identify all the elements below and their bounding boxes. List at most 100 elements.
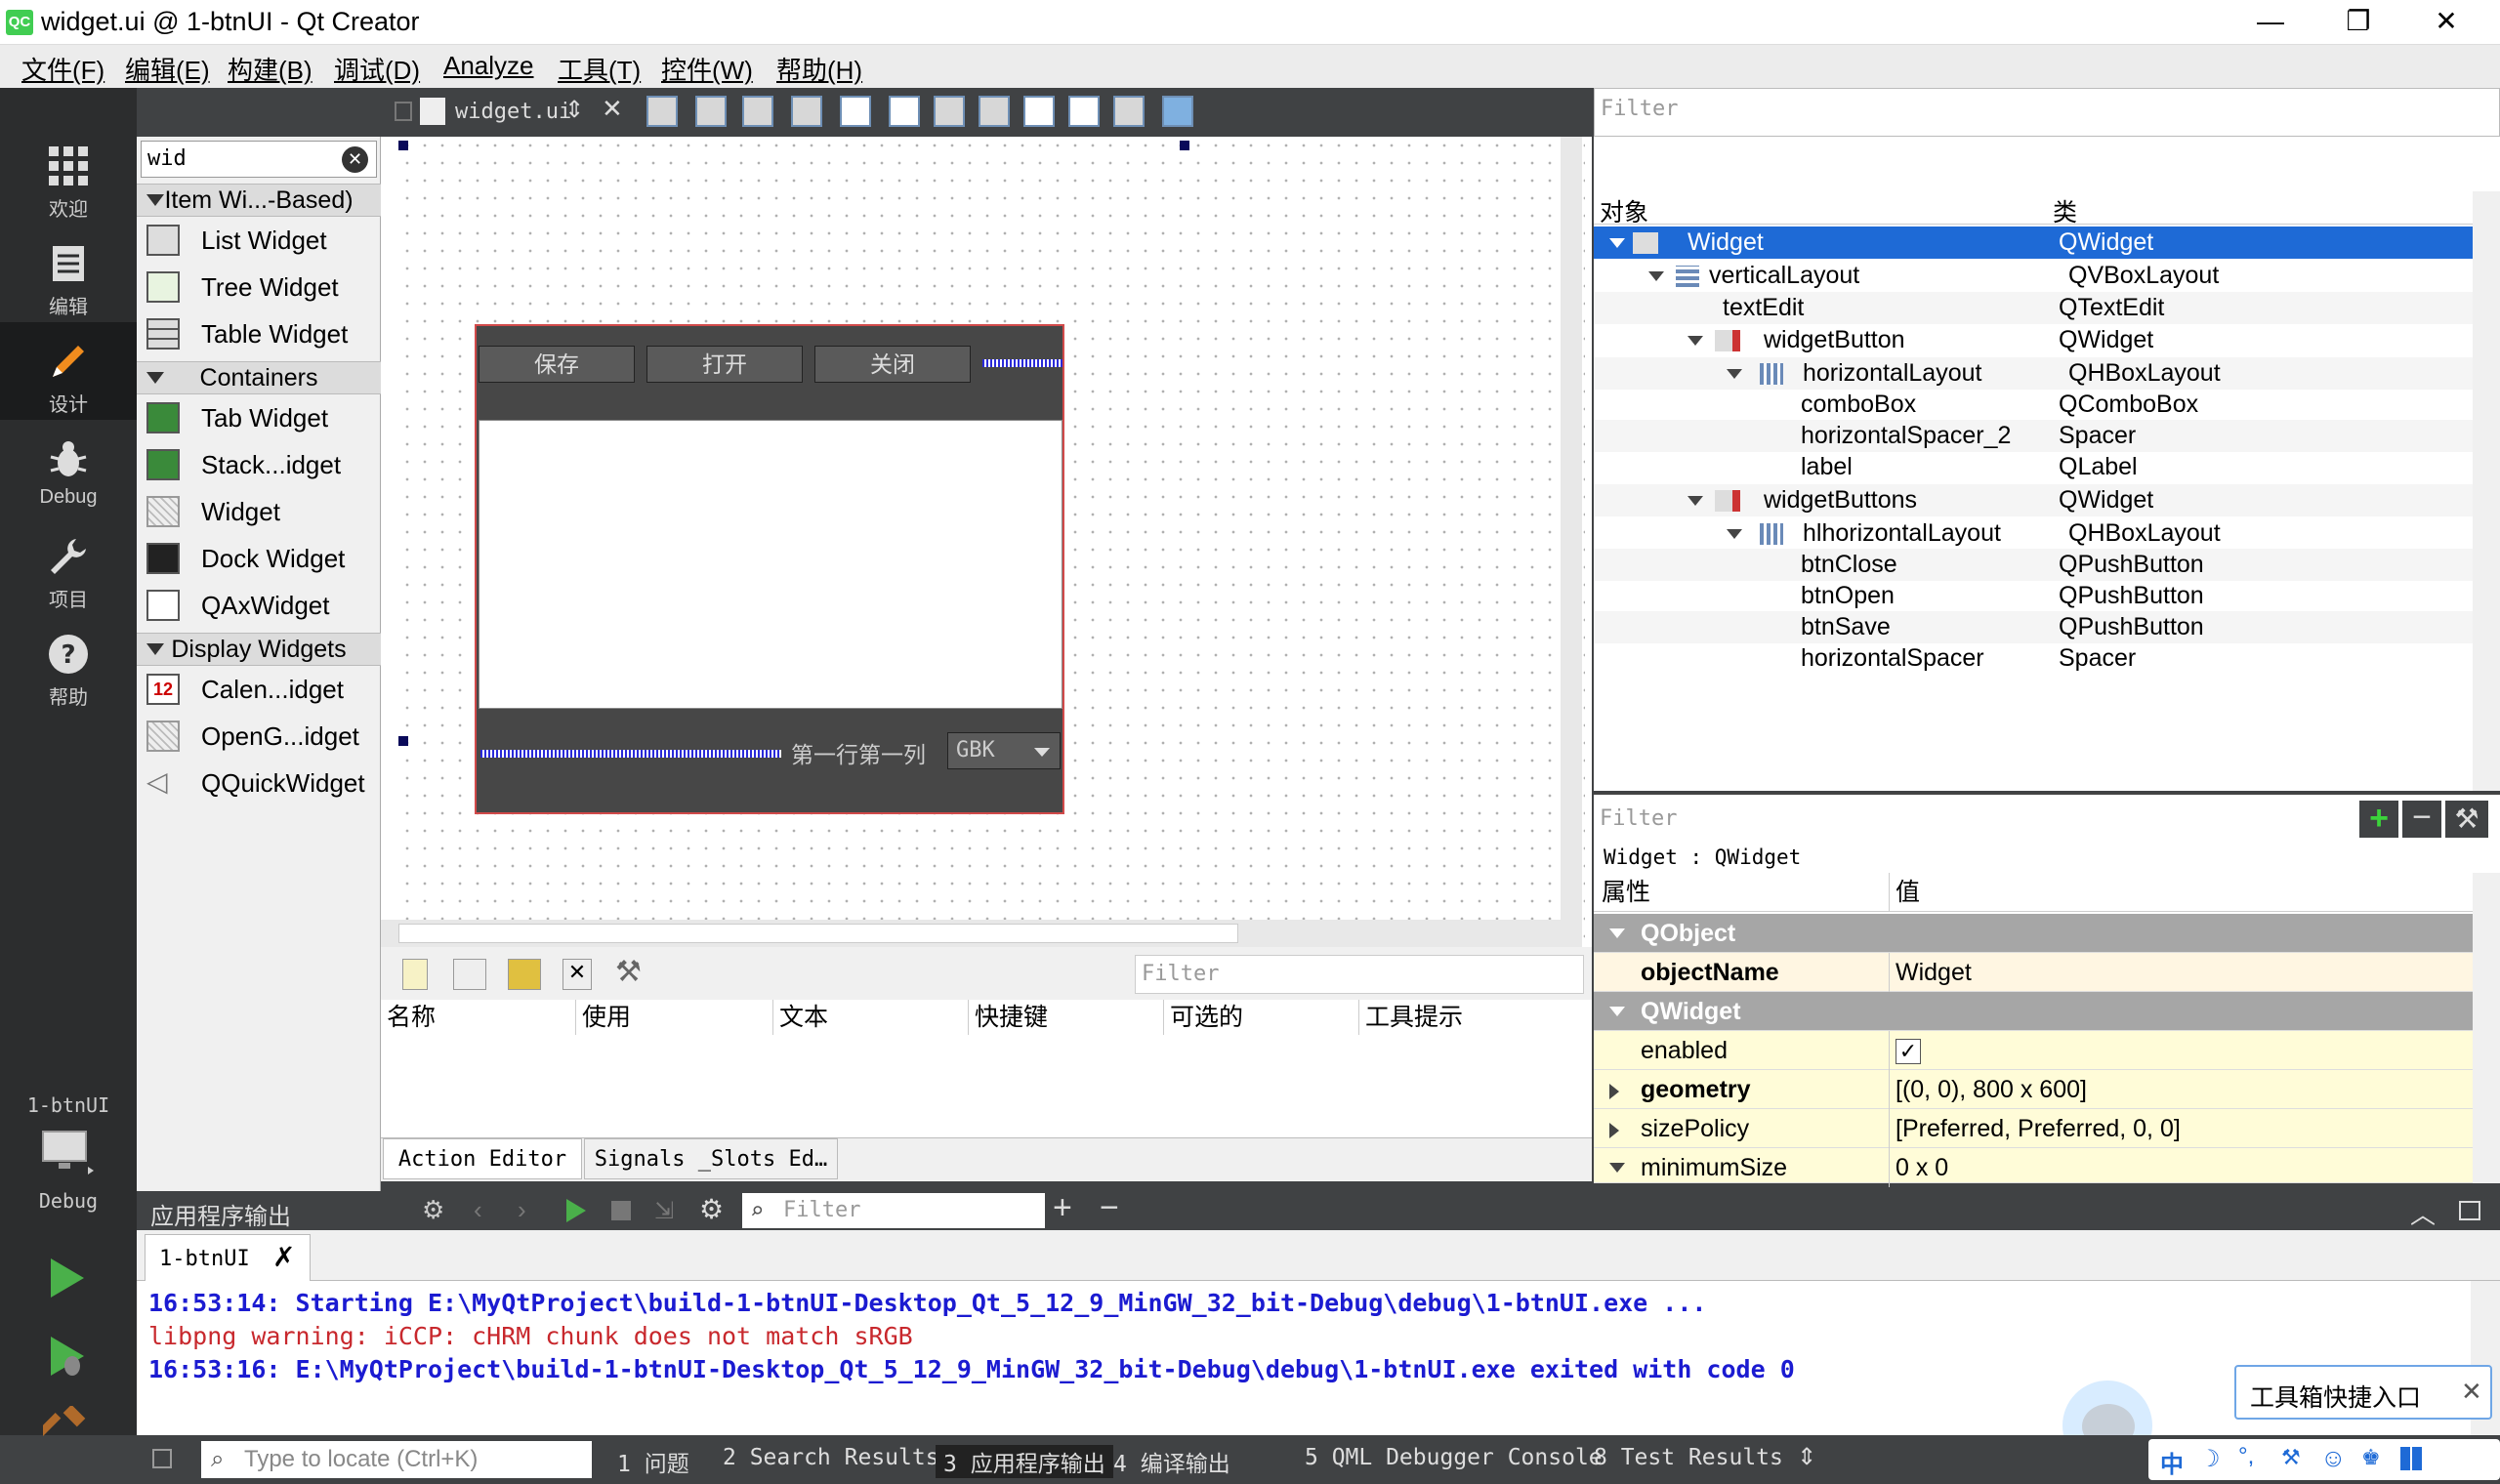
configure-icon[interactable]: ⚒ xyxy=(615,955,642,989)
ime-grid-icon[interactable] xyxy=(2400,1447,2424,1470)
property-scrollbar[interactable] xyxy=(2473,873,2500,1183)
next-icon[interactable]: › xyxy=(518,1195,526,1225)
btn-close[interactable]: 关闭 xyxy=(814,346,971,383)
toggle-sidebar-icon[interactable] xyxy=(152,1449,172,1468)
tree-row[interactable]: horizontalSpacer Spacer xyxy=(1594,642,2473,675)
ime-skin-icon[interactable]: ♚ xyxy=(2361,1445,2381,1470)
tree-row[interactable]: comboBox QComboBox xyxy=(1594,389,2473,421)
ime-moon-icon[interactable]: ☽ xyxy=(2199,1445,2221,1473)
form-canvas[interactable]: 保存 打开 关闭 第一行第一列 GBK xyxy=(398,137,1585,1015)
tree-row[interactable]: hlhorizontalLayout QHBoxLayout xyxy=(1594,517,2473,550)
close-pane-icon[interactable] xyxy=(2459,1201,2480,1220)
close-tooltip-icon[interactable]: ✕ xyxy=(2461,1377,2482,1407)
btn-open[interactable]: 打开 xyxy=(646,346,803,383)
horizontal-spacer-2[interactable] xyxy=(480,750,781,758)
widget-opengl-widget[interactable]: OpenG...idget xyxy=(137,713,381,760)
property-config-icon[interactable]: ⚒ xyxy=(2445,801,2488,838)
prop-minimumsize[interactable]: minimumSize 0 x 0 xyxy=(1594,1148,2473,1187)
preview-widget[interactable]: 保存 打开 关闭 第一行第一列 GBK xyxy=(475,324,1064,814)
col-shortcut[interactable]: 快捷键 xyxy=(969,1000,1164,1035)
mode-welcome[interactable]: 欢迎 xyxy=(0,127,137,225)
maximize-pane-icon[interactable]: ︿ xyxy=(2410,1195,2436,1231)
horizontal-scrollbar[interactable] xyxy=(381,920,1561,947)
delete-action-icon[interactable]: ✕ xyxy=(562,959,592,990)
mode-design[interactable]: 设计 xyxy=(0,322,137,420)
tree-row[interactable]: btnClose QPushButton xyxy=(1594,549,2473,581)
status-tab-qml-console[interactable]: 5 QML Debugger Console xyxy=(1305,1445,1603,1470)
btn-save[interactable]: 保存 xyxy=(479,346,635,383)
copy-action-icon[interactable] xyxy=(453,959,486,990)
layout-vertical-icon[interactable] xyxy=(889,96,920,127)
col-checkable[interactable]: 可选的 xyxy=(1164,1000,1359,1035)
status-tab-compile-output[interactable]: 4 编译输出 xyxy=(1113,1445,1230,1478)
clear-filter-icon[interactable]: ✕ xyxy=(342,146,368,173)
object-scrollbar[interactable] xyxy=(2473,191,2500,791)
layout-grid-icon[interactable] xyxy=(1068,96,1100,127)
text-edit[interactable] xyxy=(479,420,1062,709)
horizontal-spacer[interactable] xyxy=(982,359,1062,367)
menu-debug[interactable]: 调试(D) xyxy=(334,51,420,87)
widget-table-widget[interactable]: Table Widget xyxy=(137,310,381,357)
mode-edit[interactable]: 编辑 xyxy=(0,225,137,322)
break-layout-icon[interactable] xyxy=(1113,96,1145,127)
vertical-scrollbar[interactable] xyxy=(1561,137,1582,1015)
col-object[interactable]: 对象 xyxy=(1600,193,1648,228)
group-qwidget[interactable]: QWidget xyxy=(1594,992,2473,1031)
tree-row[interactable]: textEdit QTextEdit xyxy=(1594,292,2473,324)
tree-row[interactable]: horizontalLayout QHBoxLayout xyxy=(1594,357,2473,390)
scrollbar-thumb[interactable] xyxy=(398,924,1238,943)
property-value[interactable]: 0 x 0 xyxy=(1889,1148,2473,1187)
output-tab[interactable]: 1-btnUI ✗ xyxy=(145,1234,311,1281)
close-document-icon[interactable]: ✕ xyxy=(602,94,623,124)
build-button[interactable] xyxy=(34,1404,90,1460)
ime-chinese-icon[interactable]: 中 xyxy=(2160,1445,2184,1479)
mode-help[interactable]: ? 帮助 xyxy=(0,615,137,713)
new-action-icon[interactable] xyxy=(402,959,428,990)
menu-file[interactable]: 文件(F) xyxy=(21,51,104,87)
prop-geometry[interactable]: geometry [(0, 0), 800 x 600] xyxy=(1594,1070,2473,1109)
layout-horizontal-icon[interactable] xyxy=(840,96,871,127)
minimize-button[interactable]: — xyxy=(2227,0,2314,45)
widget-tab-widget[interactable]: Tab Widget xyxy=(137,394,381,441)
col-value[interactable]: 值 xyxy=(1889,873,2473,912)
more-tabs-icon[interactable]: ⇕ xyxy=(1797,1443,1816,1471)
widget-tree-widget[interactable]: Tree Widget xyxy=(137,264,381,310)
rerun-icon[interactable] xyxy=(566,1199,586,1222)
object-filter-input[interactable]: Filter xyxy=(1601,97,1678,121)
stop-icon[interactable] xyxy=(611,1201,631,1220)
restore-button[interactable]: ❐ xyxy=(2314,0,2402,45)
attach-debugger-icon[interactable]: ⇲ xyxy=(654,1197,674,1225)
toolbox-tooltip[interactable]: 工具箱快捷入口 ✕ xyxy=(2234,1365,2492,1420)
widget-stacked-widget[interactable]: Stack...idget xyxy=(137,441,381,488)
col-property[interactable]: 属性 xyxy=(1602,873,1650,912)
status-tab-app-output[interactable]: 3 应用程序输出 xyxy=(936,1445,1113,1478)
col-class[interactable]: 类 xyxy=(2053,193,2077,228)
property-value[interactable]: Widget xyxy=(1889,953,2473,992)
col-text[interactable]: 文本 xyxy=(773,1000,969,1035)
widget-widget[interactable]: Widget xyxy=(137,488,381,535)
widget-filter-field[interactable]: wid ✕ xyxy=(141,141,377,178)
close-tab-icon[interactable]: ✗ xyxy=(272,1241,295,1273)
tree-row[interactable]: btnSave QPushButton xyxy=(1594,611,2473,643)
menu-help[interactable]: 帮助(H) xyxy=(776,51,862,87)
tree-row[interactable]: btnOpen QPushButton xyxy=(1594,580,2473,612)
settings-gear-icon[interactable]: ⚙ xyxy=(699,1193,724,1225)
tree-row[interactable]: verticalLayout QVBoxLayout xyxy=(1594,260,2473,292)
enabled-checkbox[interactable]: ✓ xyxy=(1896,1039,1921,1064)
selection-handle[interactable] xyxy=(398,141,408,150)
tree-row[interactable]: widgetButton QWidget xyxy=(1594,324,2473,356)
col-tooltip[interactable]: 工具提示 xyxy=(1359,1000,1592,1035)
widget-list-widget[interactable]: List Widget xyxy=(137,217,381,264)
remove-output-icon[interactable]: − xyxy=(1100,1189,1119,1227)
add-output-icon[interactable]: + xyxy=(1053,1189,1072,1227)
layout-form-icon[interactable] xyxy=(1023,96,1055,127)
ime-tools-icon[interactable]: ⚒ xyxy=(2281,1445,2301,1470)
menu-controls[interactable]: 控件(W) xyxy=(661,51,753,87)
category-item-widgets[interactable]: Item Wi...-Based) xyxy=(137,184,381,217)
category-containers[interactable]: Containers xyxy=(137,361,381,394)
property-value[interactable]: [Preferred, Preferred, 0, 0] xyxy=(1889,1109,2473,1148)
selection-handle[interactable] xyxy=(398,736,408,746)
tab-signals-slots[interactable]: Signals _Slots Ed… xyxy=(584,1138,838,1179)
menu-build[interactable]: 构建(B) xyxy=(228,51,312,87)
ime-punctuation-icon[interactable]: °, xyxy=(2238,1443,2254,1470)
